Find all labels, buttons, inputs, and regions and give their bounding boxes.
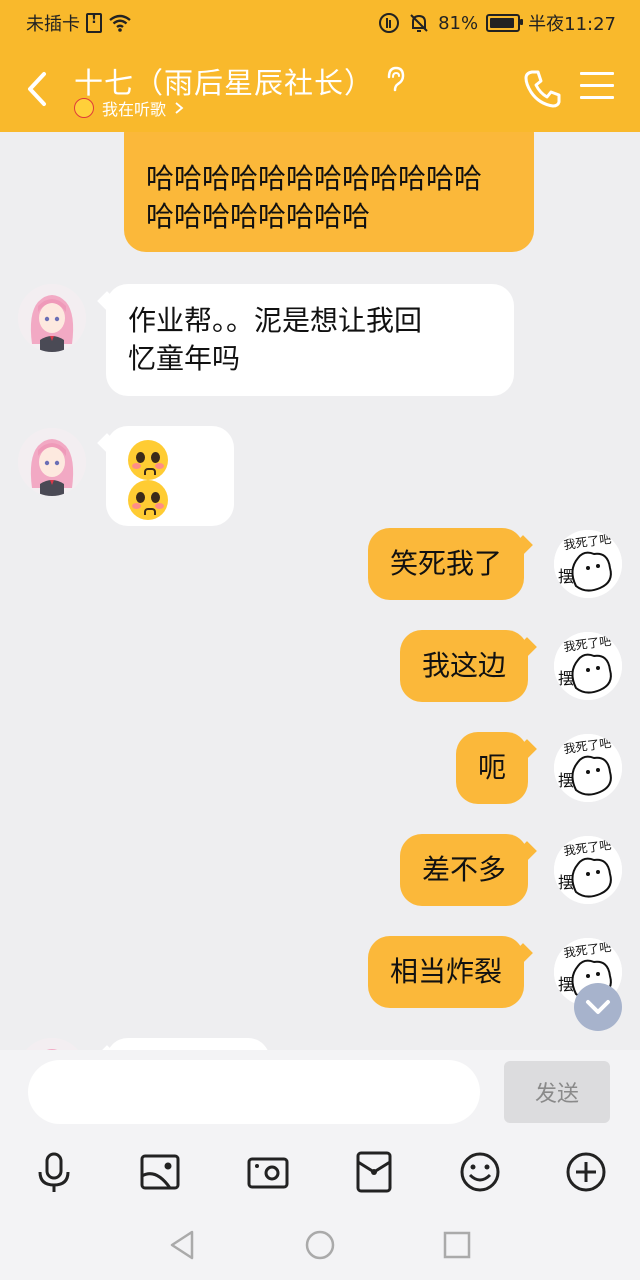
add-icon[interactable] [564,1150,608,1194]
contact-avatar[interactable] [18,428,86,496]
sticker-side-glyph: 摆 [558,771,574,790]
message-text-line: 哈哈哈哈哈哈哈哈哈哈哈哈 [146,162,483,195]
message-bubble-incoming[interactable] [97,426,234,526]
image-icon[interactable] [138,1150,182,1194]
menu-icon[interactable] [580,72,614,102]
my-avatar[interactable]: 我死了吧 摆 [554,530,622,598]
message-text: 呃 [478,751,507,784]
status-bar: 未插卡 81% 半夜11:27 [0,0,640,46]
scroll-to-bottom-button[interactable] [574,983,622,1031]
message-text: 相当炸裂 [390,955,503,988]
red-packet-icon[interactable] [352,1150,396,1194]
message-bubble-outgoing[interactable]: 笑死我了 [368,528,533,600]
carrier-text: 未插卡 [26,14,80,35]
phone-icon[interactable] [522,66,562,110]
message-text: 笑死我了 [390,547,503,580]
listening-text: 我在听歌 [102,100,167,119]
pleading-face-emoji [128,440,168,480]
nav-recents-icon[interactable] [440,1228,474,1262]
hd-call-icon [379,13,400,33]
message-text: 我这边 [422,649,507,682]
message-bubble-incoming[interactable] [97,1038,270,1050]
message-bubble-outgoing[interactable]: 我这边 [400,630,537,702]
status-right: 81% 半夜11:27 [378,10,616,36]
battery-percent: 81% [438,12,479,34]
message-text-line: 忆童年吗 [128,342,241,375]
camera-icon[interactable] [246,1150,290,1194]
message-bubble-outgoing[interactable]: 呃 [456,732,537,804]
contact-avatar[interactable] [18,284,86,352]
message-bubble-outgoing[interactable]: 哈哈哈哈哈哈哈哈哈哈哈哈 哈哈哈哈哈哈哈哈 [124,132,534,252]
message-input[interactable] [28,1060,480,1124]
chat-header: 十七（雨后星辰社长） 我在听歌 [0,46,640,132]
my-avatar[interactable]: 我死了吧 摆 [554,836,622,904]
sticker-side-glyph: 摆 [558,567,574,586]
headphone-face-icon [74,98,94,118]
status-left: 未插卡 [26,10,132,36]
my-avatar[interactable]: 我死了吧 摆 [554,632,622,700]
my-avatar[interactable]: 我死了吧 摆 [554,734,622,802]
system-navigation-bar [0,1214,640,1280]
battery-icon [486,14,524,32]
nav-home-icon[interactable] [303,1228,337,1262]
clock-time: 半夜11:27 [528,14,616,35]
nav-back-icon[interactable] [166,1228,200,1262]
listening-status[interactable]: 我在听歌 [74,96,184,120]
chat-message-list[interactable]: 哈哈哈哈哈哈哈哈哈哈哈哈 哈哈哈哈哈哈哈哈 作业帮。。泥是想让我回 忆童年吗 笑… [0,132,640,1050]
message-text-line: 作业帮。。泥是想让我回 [128,304,423,337]
message-bubble-incoming[interactable]: 作业帮。。泥是想让我回 忆童年吗 [97,284,514,396]
back-chevron-icon[interactable] [18,64,58,114]
message-bubble-outgoing[interactable]: 差不多 [400,834,537,906]
sticker-side-glyph: 摆 [558,975,574,994]
mute-bell-icon [410,14,428,32]
message-text-line: 哈哈哈哈哈哈哈哈 [146,200,371,233]
pleading-face-emoji [128,480,168,520]
wifi-icon [109,14,131,32]
chevron-right-icon [175,102,184,114]
emoji-icon[interactable] [458,1150,502,1194]
message-text: 差不多 [422,853,507,886]
message-bubble-outgoing[interactable]: 相当炸裂 [368,936,533,1008]
sticker-side-glyph: 摆 [558,669,574,688]
ear-icon[interactable] [382,64,408,94]
send-button[interactable]: 发送 [504,1061,610,1123]
chevron-down-icon [586,1000,610,1014]
sticker-side-glyph: 摆 [558,873,574,892]
sim-alert-icon [86,12,102,33]
microphone-icon[interactable] [32,1150,76,1194]
contact-avatar[interactable] [18,1038,86,1050]
